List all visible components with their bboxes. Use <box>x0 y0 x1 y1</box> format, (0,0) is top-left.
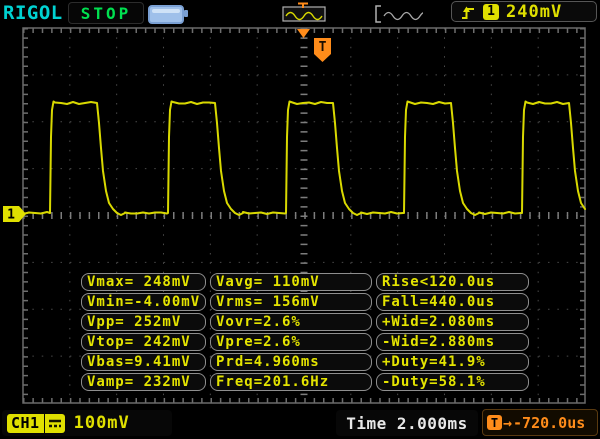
measurement-cell: -Duty=58.1% <box>376 373 529 391</box>
trigger-position-icon[interactable] <box>297 29 310 38</box>
measurement-cell: Prd=4.960ms <box>210 353 372 371</box>
timebase-readout[interactable]: Time 2.000ms <box>336 410 478 436</box>
measurement-cell: Vbas=9.41mV <box>81 353 206 371</box>
measurement-panel: Vmax= 248mV Vavg= 110mV Rise<120.0us Vmin=-… <box>81 273 529 391</box>
measurement-cell: +Wid=2.080ms <box>376 313 529 331</box>
horizontal-position-strip[interactable] <box>187 2 423 24</box>
measurement-cell: +Duty=41.9% <box>376 353 529 371</box>
memory-wave-icon <box>383 11 423 21</box>
measurement-cell: Vovr=2.6% <box>210 313 372 331</box>
vertical-scale-value: 100mV <box>73 413 130 433</box>
measurement-cell: Freq=201.6Hz <box>210 373 372 391</box>
trigger-offset-t-icon: T <box>487 415 502 430</box>
trigger-level-value: 240mV <box>506 1 563 22</box>
run-state-label: STOP <box>80 3 132 23</box>
measurement-cell: Vrms= 156mV <box>210 293 372 311</box>
measurement-cell: Vpp= 252mV <box>81 313 206 331</box>
trigger-offset-readout[interactable]: T → -720.0us <box>482 409 598 436</box>
channel1-marker-label: 1 <box>7 208 15 223</box>
brand-logo: RIGOL <box>3 2 63 24</box>
measurement-cell: Vavg= 110mV <box>210 273 372 291</box>
timebase-value: Time 2.000ms <box>346 413 468 433</box>
trigger-flag-icon[interactable]: T <box>314 38 331 62</box>
trigger-offset-arrow-icon: → <box>503 413 513 432</box>
measurement-cell: Vpre=2.6% <box>210 333 372 351</box>
measurement-cell: Vmax= 248mV <box>81 273 206 291</box>
measurement-cell: Vtop= 242mV <box>81 333 206 351</box>
measurement-cell: Vamp= 232mV <box>81 373 206 391</box>
trigger-source-badge: 1 <box>483 3 499 20</box>
battery-icon <box>148 5 188 24</box>
channel1-status[interactable]: CH1 100mV <box>2 410 172 436</box>
measurement-cell: Rise<120.0us <box>376 273 529 291</box>
coupling-icon <box>44 413 65 433</box>
measurement-cell: -Wid=2.880ms <box>376 333 529 351</box>
run-state-indicator[interactable]: STOP <box>68 2 144 24</box>
rising-edge-icon <box>462 6 474 19</box>
trigger-readout[interactable]: 1 240mV <box>451 1 597 22</box>
measurement-cell: Fall=440.0us <box>376 293 529 311</box>
trigger-flag-label: T <box>319 40 327 55</box>
measurement-cell: Vmin=-4.00mV <box>81 293 206 311</box>
trigger-offset-value: -720.0us <box>513 413 586 432</box>
channel1-badge[interactable]: CH1 <box>7 413 44 433</box>
